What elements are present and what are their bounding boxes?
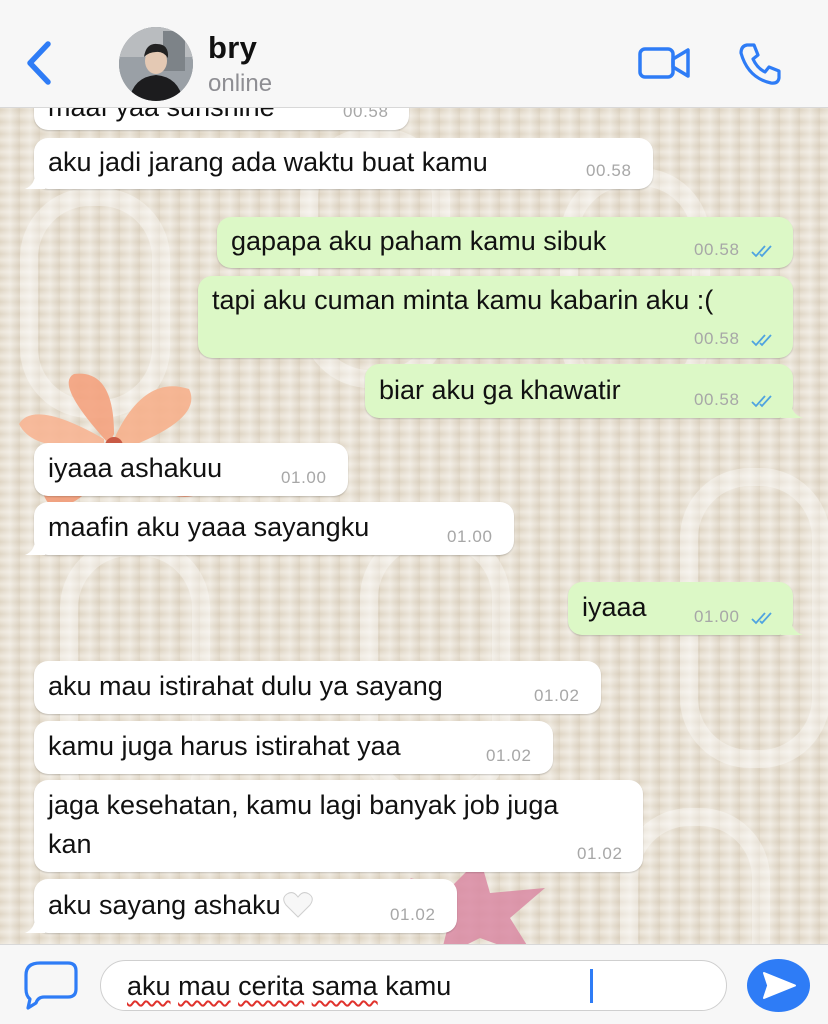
avatar[interactable]: [119, 27, 193, 101]
misspelled-word: sama: [311, 971, 378, 1001]
message-time: 01.00: [447, 527, 493, 546]
read-receipt-icon: [751, 395, 772, 408]
chat-header: bry online: [0, 0, 828, 108]
message-text: maaf yaa sunshine: [48, 108, 275, 127]
misspelled-word: mau: [178, 971, 231, 1001]
bubble-tail: [781, 402, 803, 418]
message-time: 01.00: [694, 607, 740, 626]
message-bubble-outgoing[interactable]: tapi aku cuman minta kamu kabarin aku :(…: [198, 276, 793, 358]
message-time: 00.58: [586, 161, 632, 180]
text-caret: [590, 969, 593, 1003]
message-text: iyaaa: [582, 592, 647, 622]
message-time: 00.58: [694, 240, 740, 259]
message-time: 01.02: [577, 844, 623, 863]
message-text-body: aku sayang ashaku: [48, 890, 281, 920]
message-bubble-incoming[interactable]: aku mau istirahat dulu ya sayang 01.02: [34, 661, 601, 714]
message-text: aku mau istirahat dulu ya sayang: [48, 671, 443, 701]
read-receipt-icon: [751, 334, 772, 347]
phone-icon[interactable]: [738, 42, 782, 86]
contact-status: online: [208, 70, 273, 97]
message-bubble-incoming[interactable]: jaga kesehatan, kamu lagi banyak job jug…: [34, 780, 643, 872]
message-input[interactable]: aku mau cerita sama kamu: [100, 960, 727, 1011]
message-time: 01.00: [281, 468, 327, 487]
message-input-text: aku mau cerita sama kamu: [127, 970, 451, 1003]
message-bubble-incoming[interactable]: maafin aku yaaa sayangku 01.00: [25, 502, 514, 555]
message-time: 01.02: [534, 686, 580, 705]
back-chevron-icon[interactable]: [20, 38, 56, 88]
bubble-tail: [25, 917, 45, 933]
attach-sticker-icon[interactable]: [22, 959, 80, 1011]
message-text: maafin aku yaaa sayangku: [48, 512, 370, 542]
message-bubble-outgoing[interactable]: biar aku ga khawatir 00.58: [365, 364, 803, 418]
message-bubble-outgoing[interactable]: iyaaa 01.00: [568, 582, 803, 635]
video-camera-icon[interactable]: [637, 44, 691, 82]
message-time: 01.02: [486, 746, 532, 765]
input-word: kamu: [385, 971, 452, 1001]
message-time: 00.58: [694, 329, 740, 348]
message-text: biar aku ga khawatir: [379, 375, 621, 405]
bubble-tail: [25, 173, 45, 189]
message-bubble-incoming[interactable]: aku jadi jarang ada waktu buat kamu 00.5…: [25, 138, 653, 189]
message-text: kamu juga harus istirahat yaa: [48, 731, 401, 761]
message-text: aku jadi jarang ada waktu buat kamu: [48, 147, 488, 177]
send-button[interactable]: [747, 959, 810, 1012]
bubble-tail: [781, 619, 803, 635]
message-text: iyaaa ashakuu: [48, 453, 223, 483]
chat-wallpaper[interactable]: maaf yaa sunshine 00.58 aku jadi jarang …: [0, 108, 828, 944]
message-time: 01.02: [390, 905, 436, 924]
misspelled-word: aku: [127, 971, 171, 1001]
message-text: aku sayang ashaku: [48, 886, 313, 925]
message-bubble-incoming[interactable]: kamu juga harus istirahat yaa 01.02: [34, 721, 553, 774]
message-composer: aku mau cerita sama kamu: [0, 944, 828, 1024]
message-time: 00.58: [343, 108, 389, 121]
contact-name[interactable]: bry: [208, 30, 257, 66]
send-arrow-icon: [763, 972, 796, 999]
message-bubble-incoming[interactable]: maaf yaa sunshine 00.58: [34, 108, 409, 130]
avatar-photo: [119, 27, 193, 101]
read-receipt-icon: [751, 612, 772, 625]
message-text: tapi aku cuman minta kamu kabarin aku :(: [212, 285, 714, 315]
message-bubble-outgoing[interactable]: gapapa aku paham kamu sibuk 00.58: [217, 217, 793, 268]
message-time: 00.58: [694, 390, 740, 409]
message-bubble-incoming[interactable]: aku sayang ashaku 01.02: [25, 879, 457, 933]
bubble-tail: [25, 539, 45, 555]
read-receipt-icon: [751, 245, 772, 258]
message-bubble-incoming[interactable]: iyaaa ashakuu 01.00: [34, 443, 348, 496]
message-text: gapapa aku paham kamu sibuk: [231, 226, 607, 256]
white-heart-icon: [282, 892, 313, 918]
message-text-line-2: kan: [48, 829, 92, 859]
misspelled-word: cerita: [238, 971, 305, 1001]
message-text-line-1: jaga kesehatan, kamu lagi banyak job jug…: [48, 790, 559, 820]
